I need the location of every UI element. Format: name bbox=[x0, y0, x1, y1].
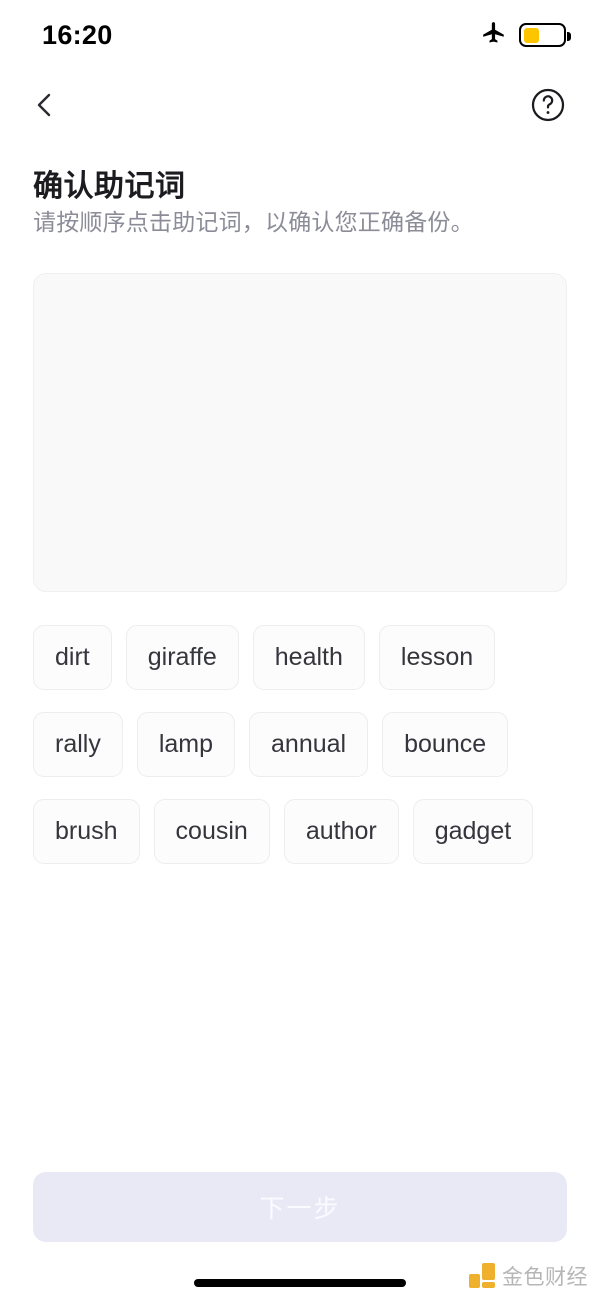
airplane-mode-icon bbox=[481, 20, 507, 51]
question-circle-icon bbox=[530, 87, 566, 126]
next-button[interactable]: 下一步 bbox=[33, 1172, 567, 1242]
word-chip[interactable]: bounce bbox=[382, 712, 509, 777]
back-button[interactable] bbox=[22, 84, 66, 128]
status-time: 16:20 bbox=[42, 19, 113, 50]
help-button[interactable] bbox=[526, 84, 570, 128]
selected-words-area[interactable] bbox=[33, 273, 567, 592]
page-title: 确认助记词 bbox=[33, 170, 186, 203]
word-chip[interactable]: health bbox=[252, 625, 365, 690]
word-chip[interactable]: brush bbox=[33, 799, 140, 864]
jinse-logo-icon bbox=[469, 1263, 495, 1289]
selected-words-list bbox=[34, 274, 566, 310]
word-chip[interactable]: dirt bbox=[33, 625, 112, 690]
word-chip[interactable]: cousin bbox=[153, 799, 270, 864]
word-chip[interactable]: author bbox=[283, 799, 399, 864]
status-indicators bbox=[481, 20, 571, 51]
watermark: 金色财经 bbox=[469, 1261, 588, 1291]
home-indicator bbox=[194, 1279, 406, 1287]
app-screen: 16:20 确认助记词 请按顺序点击助记词，以确认您正确备份。 dirt gir… bbox=[0, 0, 600, 1299]
word-chip[interactable]: gadget bbox=[412, 799, 534, 864]
page-subtitle: 请按顺序点击助记词，以确认您正确备份。 bbox=[33, 209, 474, 235]
battery-icon bbox=[519, 23, 571, 47]
word-chip[interactable]: lamp bbox=[136, 712, 236, 777]
word-chip[interactable]: giraffe bbox=[125, 625, 239, 690]
navigation-bar bbox=[0, 78, 600, 134]
status-bar: 16:20 bbox=[0, 0, 600, 70]
watermark-text: 金色财经 bbox=[502, 1266, 588, 1289]
word-chip[interactable]: annual bbox=[249, 712, 369, 777]
word-chip[interactable]: rally bbox=[33, 712, 123, 777]
word-chip[interactable]: lesson bbox=[378, 625, 496, 690]
word-pool: dirt giraffe health lesson rally lamp annual bo… bbox=[33, 625, 567, 864]
chevron-left-icon bbox=[31, 90, 57, 123]
